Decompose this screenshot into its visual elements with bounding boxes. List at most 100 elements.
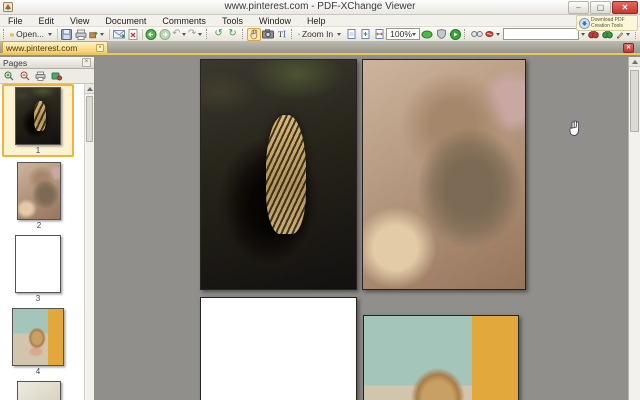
actual-size-icon	[347, 29, 356, 39]
menu-tools[interactable]: Tools	[214, 15, 251, 27]
page-4-cheetah-photo	[364, 316, 518, 400]
email-button[interactable]	[112, 28, 126, 41]
find-input[interactable]	[502, 28, 579, 40]
fit-width-button[interactable]	[372, 28, 386, 41]
fit-page-button[interactable]	[358, 28, 372, 41]
redo-button[interactable]: ↷	[188, 28, 204, 41]
thumbnail-page-5[interactable]	[17, 381, 61, 400]
pages-panel-close-icon[interactable]: ×	[82, 58, 91, 67]
thumbs-zoom-out-button[interactable]	[18, 70, 31, 82]
zoom-in-tool-button[interactable]: Zoom In	[297, 28, 345, 41]
open-button[interactable]: Open...	[9, 28, 56, 41]
svg-text:T: T	[278, 30, 283, 39]
toolbar-grip[interactable]	[205, 29, 210, 39]
email-icon	[112, 30, 125, 39]
go-forward-button[interactable]	[158, 28, 172, 41]
reading-mode-button[interactable]	[470, 28, 484, 41]
main-scroll-thumb[interactable]	[630, 70, 639, 132]
print-button[interactable]	[74, 28, 88, 41]
hand-cursor	[569, 120, 580, 136]
thumbnail-page-3[interactable]: 3	[15, 235, 61, 303]
menu-edit[interactable]: Edit	[31, 15, 63, 27]
snapshot-tool-button[interactable]	[261, 28, 275, 41]
stamp-dropdown-caret[interactable]	[495, 32, 500, 36]
close-button[interactable]: ✕	[612, 0, 638, 14]
menu-comments[interactable]: Comments	[154, 15, 214, 27]
main-scroll-up-icon[interactable]	[629, 57, 640, 67]
thumbs-print-button[interactable]	[34, 70, 47, 82]
loupe-tool-button[interactable]	[420, 28, 434, 41]
close-document-button[interactable]	[126, 28, 140, 41]
pdf-page-1	[200, 59, 357, 290]
stamp-icon	[485, 30, 494, 38]
hand-tool-button[interactable]	[247, 27, 262, 41]
thumbs-options-button[interactable]	[50, 70, 63, 82]
pencil-dropdown-caret[interactable]	[625, 32, 630, 36]
print-icon	[35, 71, 46, 81]
pdf-page-4	[363, 315, 519, 400]
download-pdf-tools-badge[interactable]: Download PDF Creation Tools	[576, 15, 638, 31]
green-play-icon	[449, 28, 461, 40]
tab-close-icon[interactable]: ×	[96, 43, 104, 52]
document-viewport[interactable]	[95, 57, 640, 400]
toolbar-grip[interactable]	[291, 29, 295, 39]
sidebar-scroll-up-icon[interactable]	[85, 84, 94, 94]
rotate-cw-button[interactable]: ↻	[226, 28, 240, 41]
back-arrow-icon	[145, 28, 157, 40]
sidebar-scrollbar[interactable]	[84, 84, 94, 400]
stamp-tool-button[interactable]	[484, 28, 503, 41]
save-icon	[61, 28, 73, 40]
camera-icon	[262, 29, 275, 39]
menu-help[interactable]: Help	[299, 15, 334, 27]
export-icon	[89, 31, 98, 38]
zoom-level-combo[interactable]: 100%	[386, 28, 421, 40]
thumbnail-page-2[interactable]: 2	[17, 162, 61, 230]
title-bar: www.pinterest.com - PDF-XChange Viewer –…	[0, 0, 640, 15]
fit-page-icon	[361, 29, 370, 39]
menu-file[interactable]: File	[0, 15, 31, 27]
forward-arrow-icon	[159, 28, 171, 40]
open-dropdown-caret[interactable]	[48, 32, 53, 36]
close-all-tabs-button[interactable]: ✕	[623, 43, 634, 53]
undo-button[interactable]: ↶	[172, 28, 188, 41]
zoom-dropdown-caret[interactable]	[337, 32, 342, 36]
sidebar-scroll-thumb[interactable]	[86, 96, 93, 142]
pages-sidebar: Pages × 1 2 3 4	[0, 57, 95, 400]
menu-window[interactable]: Window	[251, 15, 299, 27]
thumbnail-page-4[interactable]: 4	[12, 308, 64, 376]
tab-pinterest[interactable]: www.pinterest.com ×	[2, 41, 108, 53]
zoom-level-caret[interactable]	[411, 32, 416, 36]
thumbs-zoom-in-button[interactable]	[2, 70, 15, 82]
menu-bar: File Edit View Document Comments Tools W…	[0, 15, 640, 27]
save-button[interactable]	[60, 28, 74, 41]
pan-zoom-button[interactable]	[434, 28, 448, 41]
export-dropdown-caret[interactable]	[99, 32, 104, 36]
page-1-ocelot-photo	[201, 60, 356, 289]
undo-dropdown-caret[interactable]	[182, 32, 187, 36]
loupe-icon	[421, 30, 433, 38]
find-dropdown-caret[interactable]	[580, 32, 585, 36]
toolbar-grip[interactable]	[241, 29, 246, 39]
options-icon	[51, 72, 62, 81]
zoom-in-label: Zoom In	[301, 29, 334, 39]
actual-size-button[interactable]	[344, 28, 358, 41]
launch-button[interactable]	[448, 28, 462, 41]
thumbnail-page-1[interactable]: 1	[15, 87, 61, 155]
minimize-button[interactable]: –	[568, 0, 589, 14]
redo-dropdown-caret[interactable]	[198, 32, 203, 36]
export-button[interactable]	[88, 28, 107, 41]
promo-text: Download PDF Creation Tools	[591, 17, 625, 29]
page-2-kitten-photo	[363, 60, 525, 289]
select-text-tool-button[interactable]: T	[275, 28, 289, 41]
rotate-ccw-button[interactable]: ↺	[212, 28, 226, 41]
window-title: www.pinterest.com - PDF-XChange Viewer	[224, 1, 416, 12]
hand-icon	[250, 28, 258, 39]
maximize-button[interactable]: ▢	[590, 0, 611, 14]
toolbar-grip[interactable]	[464, 29, 468, 39]
menu-view[interactable]: View	[62, 15, 97, 27]
menu-document[interactable]: Document	[97, 15, 154, 27]
main-toolbar: Open... ↶ ↷ ↺ ↻ T Zoom In 100%	[0, 27, 640, 42]
go-back-button[interactable]	[144, 28, 158, 41]
main-scrollbar[interactable]	[628, 57, 640, 400]
toolbar-grip[interactable]	[3, 29, 7, 39]
